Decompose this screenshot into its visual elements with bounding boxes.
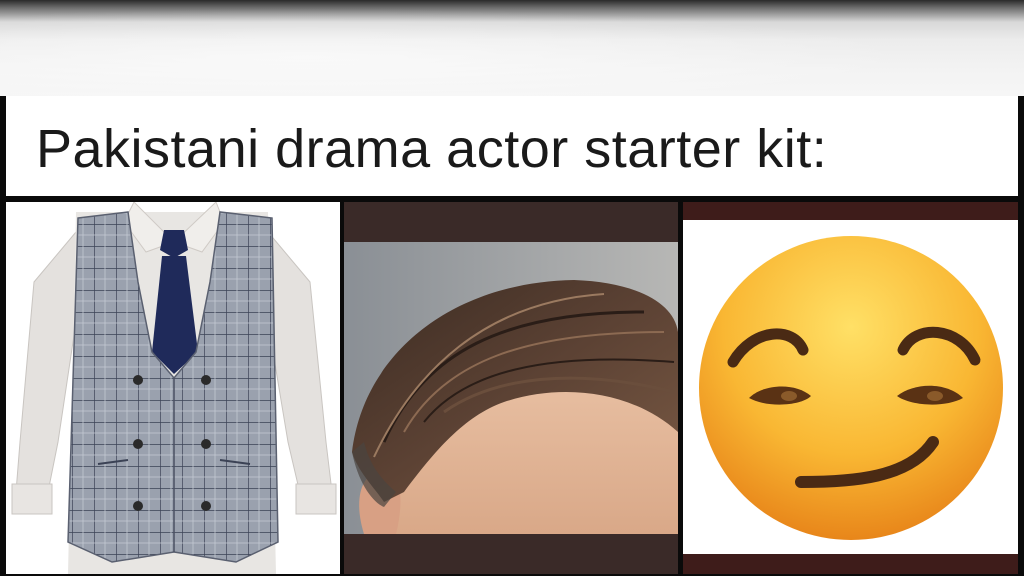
- blurred-top-strip: [0, 0, 1024, 96]
- slicked-hair-icon: [344, 242, 678, 534]
- panel-hairstyle: [344, 202, 678, 574]
- panel-smirk-emoji: [683, 202, 1018, 574]
- meme-caption: Pakistani drama actor starter kit:: [36, 119, 828, 179]
- panel-waistcoat: [6, 202, 340, 574]
- waistcoat-shirt-tie-icon: [11, 202, 337, 574]
- smirking-face-emoji-icon: [699, 236, 1003, 540]
- caption-bar: Pakistani drama actor starter kit:: [6, 96, 1018, 196]
